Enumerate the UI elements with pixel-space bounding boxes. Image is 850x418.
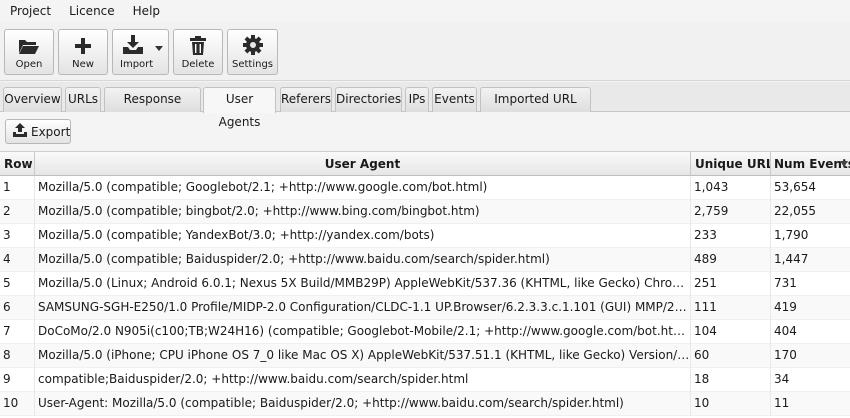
cell-row: 4	[0, 248, 35, 272]
cell-num-events: 1,790	[774, 228, 809, 242]
cell-row: 3	[0, 224, 35, 248]
gear-icon	[242, 30, 263, 56]
tab-overview[interactable]: Overview	[3, 87, 62, 112]
tab-user-agents[interactable]: User Agents	[203, 87, 276, 129]
table-row[interactable]: 10 User-Agent: Mozilla/5.0 (compatible; B…	[0, 392, 850, 416]
table-row[interactable]: 6 SAMSUNG-SGH-E250/1.0 Profile/MIDP-2.0 C…	[0, 296, 850, 320]
table-row[interactable]: 3 Mozilla/5.0 (compatible; YandexBot/3.0;…	[0, 224, 850, 248]
cell-row: 7	[0, 320, 35, 344]
table-body: 1 Mozilla/5.0 (compatible; Googlebot/2.1;…	[0, 176, 850, 416]
cell-user-agent: DoCoMo/2.0 N905i(c100;TB;W24H16) (compat…	[35, 320, 691, 344]
cell-row: 10	[0, 392, 35, 416]
column-header-unique-urls[interactable]: Unique URLs	[691, 152, 771, 176]
cell-unique-urls: 489	[691, 248, 771, 272]
tab-bar: Overview URLs Response Codes User Agents…	[0, 82, 850, 129]
table-row[interactable]: 9 compatible;Baiduspider/2.0; +http://www…	[0, 368, 850, 392]
cell-num-events: 11	[774, 396, 790, 410]
cell-row: 5	[0, 272, 35, 296]
cell-unique-urls: 10	[691, 392, 771, 416]
cell-num-events: 1,447	[774, 252, 809, 266]
cell-user-agent: Mozilla/5.0 (iPhone; CPU iPhone OS 7_0 l…	[35, 344, 691, 368]
import-button[interactable]: Import	[112, 29, 169, 75]
cell-num-events: 22,055	[774, 204, 816, 218]
menu-help[interactable]: Help	[125, 0, 168, 22]
plus-icon	[74, 30, 92, 56]
cell-num-events: 731	[774, 276, 797, 290]
delete-button[interactable]: Delete	[173, 29, 223, 75]
chevron-down-icon[interactable]	[155, 46, 163, 51]
column-header-num-events-label: Num Events	[774, 157, 850, 171]
cell-unique-urls: 233	[691, 224, 771, 248]
cell-row: 8	[0, 344, 35, 368]
cell-num-events: 53,654	[774, 180, 816, 194]
tab-imported-url-data[interactable]: Imported URL Data	[480, 87, 591, 129]
table-header: Row User Agent Unique URLs Num Events	[0, 152, 850, 176]
trash-icon	[190, 30, 206, 56]
cell-user-agent: SAMSUNG-SGH-E250/1.0 Profile/MIDP-2.0 Co…	[35, 296, 691, 320]
tab-ips[interactable]: IPs	[405, 87, 429, 112]
cell-unique-urls: 60	[691, 344, 771, 368]
tab-urls[interactable]: URLs	[65, 87, 101, 112]
open-label: Open	[15, 59, 43, 70]
new-button[interactable]: New	[58, 29, 108, 75]
import-label: Import	[120, 59, 154, 70]
cell-user-agent: Mozilla/5.0 (compatible; bingbot/2.0; +h…	[35, 200, 691, 224]
column-header-user-agent[interactable]: User Agent	[35, 152, 691, 176]
settings-button[interactable]: Settings	[227, 29, 278, 75]
new-label: New	[72, 59, 94, 70]
cell-unique-urls: 104	[691, 320, 771, 344]
cell-row: 1	[0, 176, 35, 200]
cell-unique-urls: 2,759	[691, 200, 771, 224]
upload-icon	[13, 123, 27, 140]
folder-open-icon	[18, 30, 40, 56]
table-row[interactable]: 2 Mozilla/5.0 (compatible; bingbot/2.0; +…	[0, 200, 850, 224]
cell-num-events: 404	[774, 324, 797, 338]
cell-unique-urls: 18	[691, 368, 771, 392]
user-agents-toolbar: Export	[0, 112, 850, 152]
table-row[interactable]: 1 Mozilla/5.0 (compatible; Googlebot/2.1;…	[0, 176, 850, 200]
column-header-row[interactable]: Row	[0, 152, 35, 176]
cell-num-events: 170	[774, 348, 797, 362]
column-header-num-events[interactable]: Num Events	[771, 152, 850, 176]
table-row[interactable]: 7 DoCoMo/2.0 N905i(c100;TB;W24H16) (compa…	[0, 320, 850, 344]
export-label: Export	[31, 124, 71, 139]
tab-referers[interactable]: Referers	[280, 87, 332, 112]
table-row[interactable]: 4 Mozilla/5.0 (compatible; Baiduspider/2.…	[0, 248, 850, 272]
cell-row: 6	[0, 296, 35, 320]
cell-num-events: 419	[774, 300, 797, 314]
download-icon	[120, 30, 146, 56]
menu-bar: Project Licence Help	[0, 0, 850, 22]
delete-label: Delete	[181, 59, 215, 70]
table-row[interactable]: 8 Mozilla/5.0 (iPhone; CPU iPhone OS 7_0 …	[0, 344, 850, 368]
open-button[interactable]: Open	[4, 29, 54, 75]
tab-response-codes[interactable]: Response Codes	[104, 87, 201, 129]
cell-user-agent: compatible;Baiduspider/2.0; +http://www.…	[35, 368, 691, 392]
tab-directories[interactable]: Directories	[335, 87, 402, 112]
cell-row: 2	[0, 200, 35, 224]
main-toolbar: Open New Import Delete Settings	[0, 22, 850, 81]
cell-user-agent: Mozilla/5.0 (Linux; Android 6.0.1; Nexus…	[35, 272, 691, 296]
cell-row: 9	[0, 368, 35, 392]
cell-unique-urls: 111	[691, 296, 771, 320]
cell-unique-urls: 1,043	[691, 176, 771, 200]
menu-licence[interactable]: Licence	[61, 0, 123, 22]
export-button[interactable]: Export	[5, 119, 71, 144]
cell-user-agent: Mozilla/5.0 (compatible; Baiduspider/2.0…	[35, 248, 691, 272]
user-agents-table: Row User Agent Unique URLs Num Events 1M…	[0, 152, 850, 418]
tab-events[interactable]: Events	[432, 87, 477, 112]
settings-label: Settings	[231, 59, 273, 70]
cell-num-events: 34	[774, 372, 790, 386]
menu-project[interactable]: Project	[2, 0, 59, 22]
cell-user-agent: Mozilla/5.0 (compatible; Googlebot/2.1; …	[35, 176, 691, 200]
cell-user-agent: Mozilla/5.0 (compatible; YandexBot/3.0; …	[35, 224, 691, 248]
sort-descending-icon	[840, 161, 848, 167]
table-row[interactable]: 5 Mozilla/5.0 (Linux; Android 6.0.1; Nexu…	[0, 272, 850, 296]
cell-user-agent: User-Agent: Mozilla/5.0 (compatible; Bai…	[35, 392, 691, 416]
cell-unique-urls: 251	[691, 272, 771, 296]
